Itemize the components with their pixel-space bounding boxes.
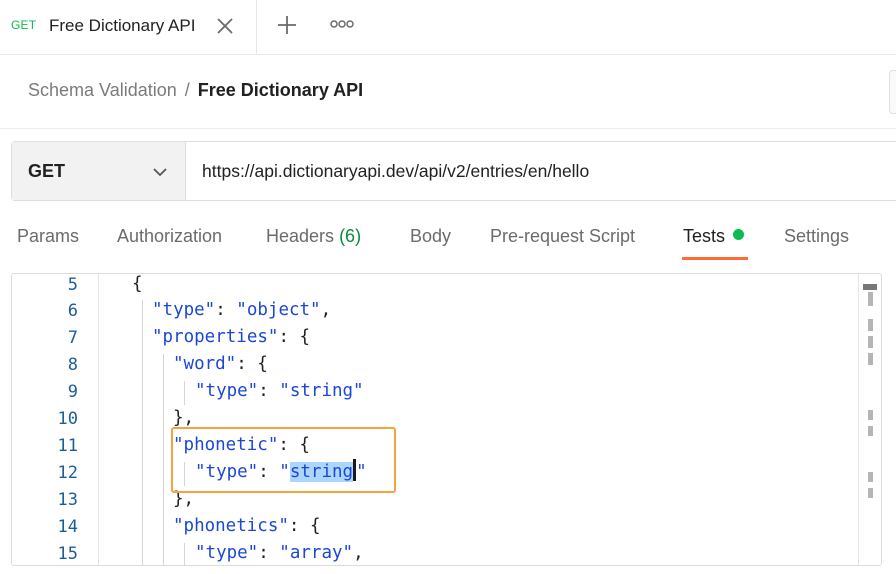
headers-count-badge: (6) <box>339 226 362 246</box>
line-number: 7 <box>67 328 78 348</box>
tab-authorization[interactable]: Authorization <box>117 226 222 247</box>
chevron-down-icon <box>153 168 167 177</box>
tab-settings[interactable]: Settings <box>784 226 849 247</box>
line-number: 10 <box>57 409 78 429</box>
tab-method-label: GET <box>11 18 37 32</box>
request-tabs: Params Authorization Headers (6) Body Pr… <box>0 222 896 262</box>
tab-label: Pre-request Script <box>490 226 636 246</box>
line-number: 11 <box>57 436 78 456</box>
tab-label: Params <box>17 226 80 246</box>
json-punctuation: : { <box>278 327 311 347</box>
json-key: "type" <box>195 543 259 563</box>
tab-label: Authorization <box>117 226 223 246</box>
json-punctuation: : { <box>288 516 321 536</box>
json-punctuation: : <box>258 381 280 401</box>
json-key: "type" <box>152 300 216 320</box>
minimap-marker <box>868 292 873 306</box>
line-number: 14 <box>57 517 78 537</box>
json-punctuation: , <box>320 300 332 320</box>
code-line: "type": "string" <box>195 378 364 404</box>
tab-label: Settings <box>784 226 850 246</box>
header-action-button[interactable] <box>889 70 896 114</box>
plus-icon[interactable] <box>275 13 299 37</box>
line-number: 15 <box>57 544 78 564</box>
minimap-marker <box>868 336 873 348</box>
tests-code-editor[interactable]: 5 6 7 8 9 10 11 12 13 14 15 {"type": "object", "pro… <box>11 273 882 566</box>
tab-label: Tests <box>683 226 726 246</box>
line-number: 5 <box>67 275 78 295</box>
json-key: "type" <box>195 381 259 401</box>
minimap-marker <box>868 488 873 498</box>
method-select[interactable]: GET <box>12 142 186 200</box>
json-string: "array" <box>279 543 354 563</box>
line-number: 6 <box>67 301 78 321</box>
url-input[interactable] <box>186 142 896 200</box>
tab-label: Body <box>410 226 452 246</box>
breadcrumb-separator: / <box>184 80 190 100</box>
json-punctuation: : <box>215 300 237 320</box>
line-number: 8 <box>67 355 78 375</box>
json-key: "word" <box>173 354 237 374</box>
json-key: "phonetics" <box>173 516 289 536</box>
indent-guide <box>184 381 185 405</box>
phonetic-highlight-box <box>171 427 396 493</box>
line-number: 9 <box>67 382 78 402</box>
tab-tests[interactable]: Tests <box>683 226 745 247</box>
method-select-value: GET <box>28 161 66 181</box>
request-tab-strip: GET Free Dictionary API <box>0 0 896 55</box>
code-line: "type": "array", <box>195 540 364 565</box>
json-punctuation: }, <box>173 408 195 428</box>
editor-scrollbar[interactable] <box>858 274 881 565</box>
json-string: "object" <box>236 300 321 320</box>
breadcrumb-request-name[interactable]: Free Dictionary API <box>198 80 363 100</box>
json-key: "properties" <box>152 327 279 347</box>
divider <box>0 128 896 129</box>
url-bar: GET <box>11 141 896 201</box>
minimap-marker <box>868 472 873 482</box>
json-string: "string" <box>279 381 364 401</box>
minimap-marker <box>868 319 873 331</box>
code-line: "word": { <box>173 351 268 377</box>
active-tab-indicator <box>682 257 748 260</box>
line-number-gutter: 5 6 7 8 9 10 11 12 13 14 15 <box>12 274 99 565</box>
minimap-marker <box>868 426 873 436</box>
tab-body[interactable]: Body <box>410 226 451 247</box>
indent-guide <box>142 300 143 565</box>
line-number: 12 <box>57 463 78 483</box>
tab-pre-request-script[interactable]: Pre-request Script <box>490 226 635 247</box>
json-punctuation: { <box>132 274 143 294</box>
json-punctuation: : <box>258 543 280 563</box>
more-options-icon[interactable] <box>329 16 355 32</box>
json-punctuation: , <box>353 543 364 563</box>
request-tab[interactable]: GET Free Dictionary API <box>0 0 257 54</box>
breadcrumb: Schema Validation / Free Dictionary API <box>28 80 363 101</box>
line-number: 13 <box>57 490 78 510</box>
close-icon[interactable] <box>214 15 236 37</box>
minimap-marker <box>868 353 873 365</box>
code-line: "phonetics": { <box>173 513 321 539</box>
minimap-marker <box>868 410 873 420</box>
tab-title: Free Dictionary API <box>49 16 196 35</box>
code-line: "properties": { <box>152 324 310 350</box>
indent-guide <box>184 543 185 565</box>
tab-params[interactable]: Params <box>17 226 79 247</box>
tab-headers[interactable]: Headers (6) <box>266 226 361 247</box>
tests-active-dot-icon <box>733 229 745 240</box>
json-punctuation: : { <box>236 354 268 374</box>
indent-guide <box>163 354 164 565</box>
minimap-marker <box>863 284 877 290</box>
tab-label: Headers <box>266 226 335 246</box>
code-line: "type": "object", <box>152 297 331 323</box>
code-line: { <box>132 274 143 297</box>
breadcrumb-collection[interactable]: Schema Validation <box>28 80 177 100</box>
